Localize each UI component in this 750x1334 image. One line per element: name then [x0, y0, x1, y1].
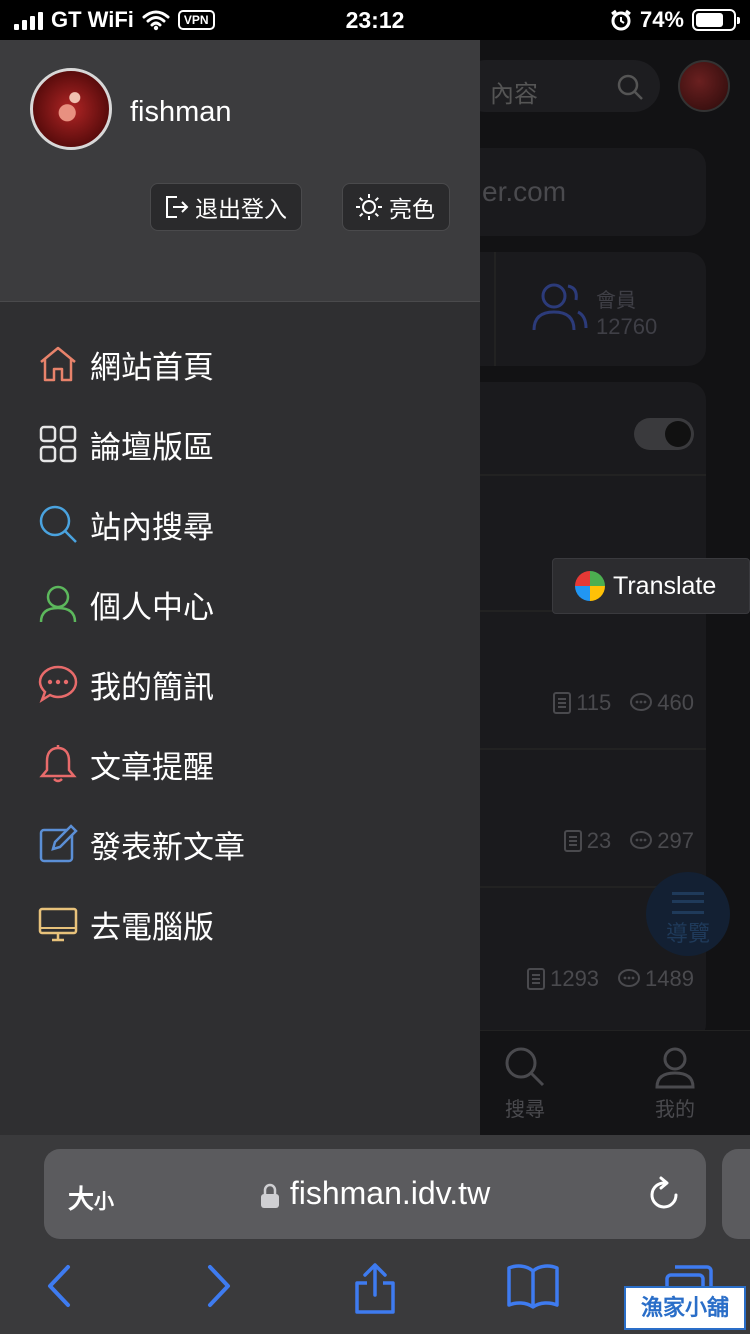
menu-item-label: 網站首頁: [90, 349, 214, 385]
share-icon[interactable]: [352, 1263, 398, 1315]
bg-search-field[interactable]: 內容: [460, 60, 660, 112]
logout-icon: [166, 196, 189, 218]
battery-icon: [692, 9, 740, 31]
menu-item-label: 論壇版區: [90, 429, 214, 465]
edit-icon: [38, 824, 78, 864]
list-item: 115 460: [552, 690, 694, 716]
address-bar[interactable]: 大小 fishman.idv.tw: [44, 1149, 706, 1239]
forward-icon[interactable]: [204, 1263, 234, 1309]
document-icon: [553, 692, 572, 714]
drawer-menu: 網站首頁 論壇版區 站內搜尋 個人中心 我的簡訊 文章提醒 發表新文章 去電腦版: [0, 324, 480, 964]
row-posts: 115: [576, 690, 612, 715]
menu-item-home[interactable]: 網站首頁: [0, 324, 480, 404]
username: fishman: [130, 96, 232, 128]
user-icon: [38, 584, 78, 624]
bg-tab-bar: 搜尋 我的: [480, 1030, 750, 1135]
menu-item-label: 站內搜尋: [90, 509, 214, 545]
logout-button[interactable]: 退出登入: [150, 183, 302, 231]
menu-item-label: 個人中心: [90, 589, 214, 625]
translate-button[interactable]: Translate: [552, 558, 750, 614]
back-icon[interactable]: [44, 1263, 74, 1309]
comment-icon: [630, 693, 653, 711]
side-drawer: fishman 退出登入 亮色 網站首頁 論壇版區 站內搜尋 個人中心 我的簡訊…: [0, 40, 480, 1135]
nav-fab-button[interactable]: 導覽: [646, 872, 730, 956]
screen: GT WiFi VPN 23:12 74% 內容 er.com 會員 12760…: [0, 0, 750, 1334]
bg-avatar[interactable]: [678, 60, 730, 112]
menu-item-search[interactable]: 站內搜尋: [0, 484, 480, 564]
menu-item-label: 文章提醒: [90, 749, 214, 785]
vpn-badge: VPN: [177, 10, 215, 30]
theme-label: 亮色: [389, 196, 435, 222]
menu-item-forums[interactable]: 論壇版區: [0, 404, 480, 484]
comment-icon: [630, 831, 653, 849]
watermark-stamp: 漁家小舖: [624, 1286, 746, 1330]
search-icon: [505, 1047, 545, 1087]
tab-mine[interactable]: 我的: [630, 1045, 720, 1122]
user-icon: [655, 1047, 695, 1089]
menu-item-desktop[interactable]: 去電腦版: [0, 884, 480, 964]
row-replies: 1489: [645, 966, 694, 991]
theme-toggle-button[interactable]: 亮色: [342, 183, 450, 231]
members-label: 會員: [596, 290, 636, 312]
tab-label: 我的: [655, 1099, 695, 1121]
reload-icon[interactable]: [648, 1175, 682, 1213]
row-replies: 297: [657, 828, 694, 853]
bg-toggle[interactable]: [634, 418, 694, 450]
menu-item-label: 發表新文章: [90, 829, 245, 865]
drawer-header: fishman 退出登入 亮色: [0, 40, 480, 302]
signal-icon: [14, 10, 43, 30]
bg-url-text: er.com: [482, 176, 567, 207]
bookmarks-icon[interactable]: [506, 1263, 560, 1309]
row-replies: 460: [657, 690, 694, 715]
document-icon: [527, 968, 546, 990]
bg-url-card: er.com: [460, 148, 706, 236]
message-icon: [38, 664, 78, 704]
next-tab-peek[interactable]: [722, 1149, 750, 1239]
url-text-wrap: fishman.idv.tw: [44, 1175, 706, 1212]
url-text: fishman.idv.tw: [289, 1175, 491, 1211]
avatar[interactable]: [30, 68, 112, 150]
menu-item-label: 我的簡訊: [90, 669, 214, 705]
row-posts: 23: [586, 828, 612, 853]
bell-icon: [38, 744, 78, 784]
status-bar: GT WiFi VPN 23:12 74%: [0, 0, 750, 40]
row-posts: 1293: [550, 966, 600, 991]
battery-percent: 74%: [639, 7, 684, 32]
logout-label: 退出登入: [195, 196, 287, 222]
sun-icon: [356, 194, 382, 220]
tab-label: 搜尋: [505, 1099, 545, 1121]
comment-icon: [618, 969, 641, 987]
menu-item-alerts[interactable]: 文章提醒: [0, 724, 480, 804]
menu-item-new-post[interactable]: 發表新文章: [0, 804, 480, 884]
list-item: 1293 1489: [526, 966, 694, 992]
menu-item-profile[interactable]: 個人中心: [0, 564, 480, 644]
list-item: 23 297: [563, 828, 694, 854]
document-icon: [563, 830, 582, 852]
search-icon: [617, 74, 643, 100]
home-icon: [38, 344, 78, 384]
alarm-icon: [611, 9, 631, 31]
menu-item-messages[interactable]: 我的簡訊: [0, 644, 480, 724]
bg-search-placeholder: 內容: [490, 81, 538, 108]
carrier-label: GT WiFi: [51, 7, 134, 32]
lock-icon: [260, 1183, 279, 1208]
fab-label: 導覽: [665, 921, 710, 946]
wifi-icon: [142, 10, 170, 31]
translate-label: Translate: [613, 571, 717, 600]
search-icon: [38, 504, 78, 544]
members-icon: [532, 283, 588, 331]
grid-icon: [38, 424, 78, 464]
tab-search[interactable]: 搜尋: [480, 1045, 570, 1122]
members-count: 12760: [596, 314, 658, 339]
translate-icon: [575, 571, 605, 601]
menu-item-label: 去電腦版: [90, 909, 214, 945]
desktop-icon: [38, 904, 78, 944]
bg-stats-card: 會員 12760: [460, 252, 706, 366]
